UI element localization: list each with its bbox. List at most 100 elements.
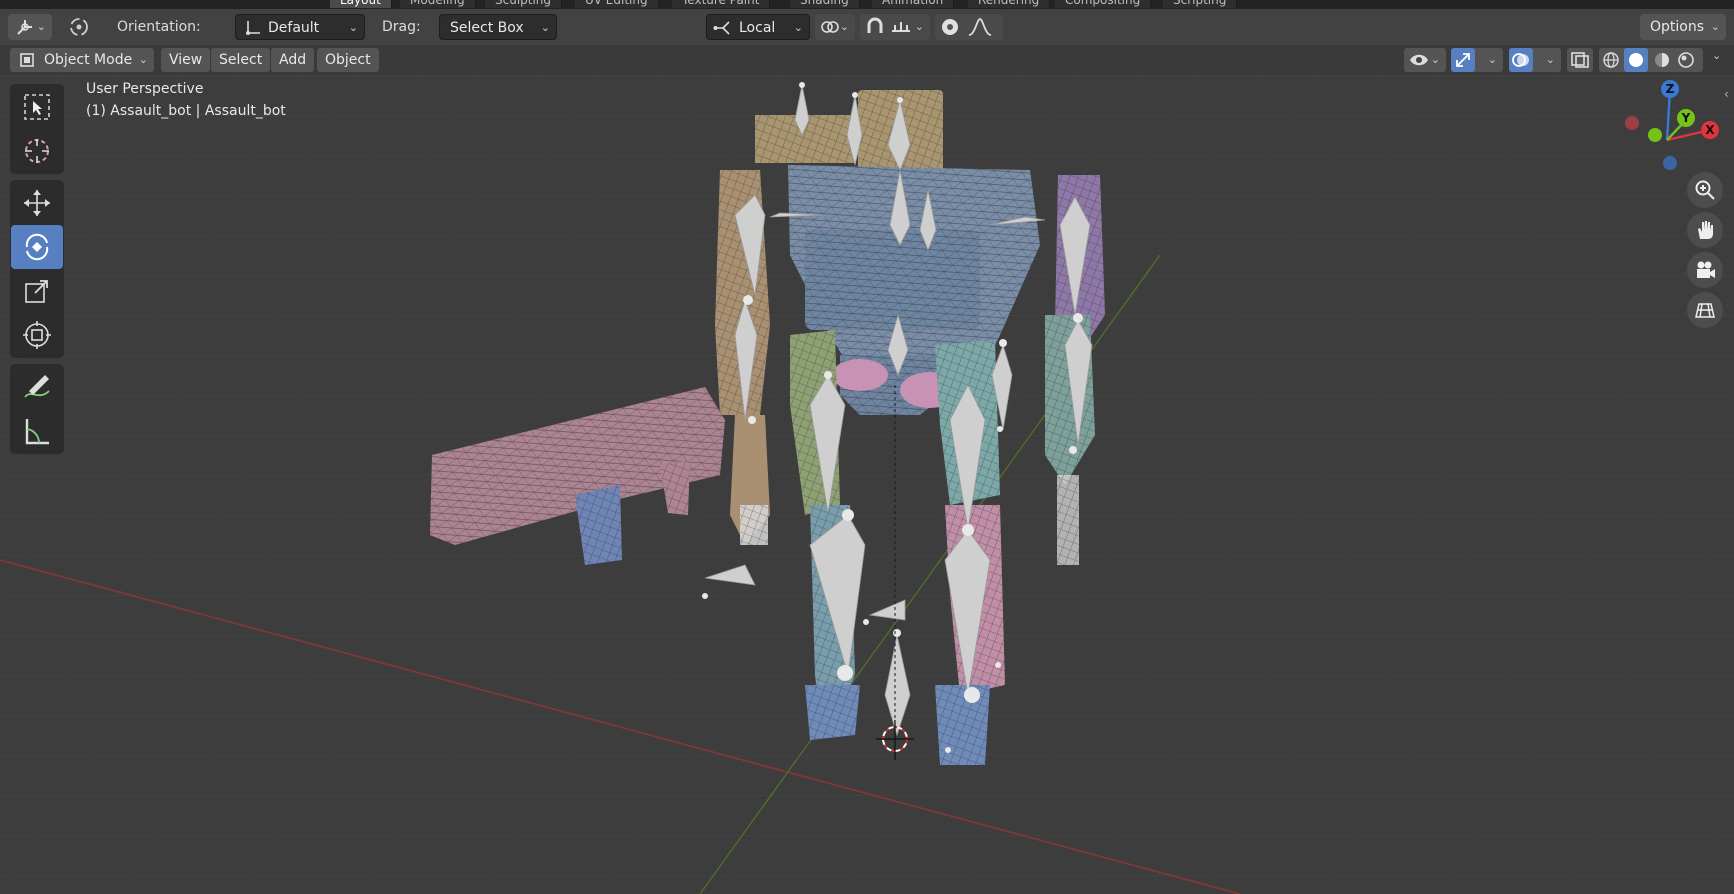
grid-icon — [1695, 303, 1715, 318]
camera-view-button[interactable] — [1687, 252, 1723, 288]
tab-sculpting[interactable]: Sculpting — [485, 0, 563, 8]
gizmo-toggle[interactable]: ⌄ — [1451, 48, 1503, 72]
move-tool[interactable] — [11, 181, 63, 225]
chevron-down-icon: ⌄ — [1545, 53, 1555, 66]
menu-object[interactable]: Object — [317, 48, 379, 72]
measure-tool[interactable] — [11, 409, 63, 453]
annotate-icon — [24, 375, 50, 398]
xray-icon — [1570, 51, 1590, 77]
visibility-dropdown[interactable]: ⌄ — [1404, 48, 1446, 72]
tool-settings-header: ⌄ Orientation: Default ⌄ Drag: Select Bo… — [0, 9, 1734, 46]
pan-hand-icon — [1698, 221, 1713, 239]
chevron-down-icon: ⌄ — [914, 20, 924, 33]
pivot-icon — [820, 18, 840, 45]
tab-texture-paint[interactable]: Texture Paint — [672, 0, 771, 8]
menu-add[interactable]: Add — [271, 48, 315, 72]
viewport-object-label: (1) Assault_bot | Assault_bot — [86, 103, 286, 119]
workspace-tabs: Layout Modeling Sculpting UV Editing Tex… — [0, 0, 1734, 9]
transform-orientation-value: Local — [739, 20, 776, 36]
pivot-point-dropdown[interactable]: ⌄ — [815, 14, 855, 40]
transform-tool[interactable] — [11, 313, 63, 357]
rendered-shading-icon[interactable] — [1677, 51, 1695, 77]
mode-dropdown[interactable]: Object Mode ⌄ — [10, 48, 154, 72]
xray-toggle[interactable] — [1567, 48, 1593, 72]
menu-select[interactable]: Select — [211, 48, 271, 72]
solid-shading-icon[interactable] — [1624, 48, 1648, 72]
local-axes-icon — [713, 19, 733, 46]
wireframe-shading-icon[interactable] — [1602, 51, 1620, 77]
chevron-down-icon: ⌄ — [138, 53, 148, 66]
tab-compositing[interactable]: Compositing — [1055, 0, 1152, 8]
orientation-label: Orientation: — [117, 19, 201, 35]
eye-icon — [1409, 51, 1429, 77]
scale-icon — [25, 280, 48, 303]
select-box-icon — [24, 94, 50, 120]
chevron-down-icon: ⌄ — [1710, 20, 1720, 33]
shading-chevron-icon[interactable]: ⌄ — [1712, 49, 1721, 62]
move-icon — [24, 190, 50, 216]
transform-orientation-dropdown[interactable]: Local ⌄ — [706, 14, 810, 40]
gizmo-x-label: X — [1705, 123, 1715, 137]
drag-dropdown[interactable]: Select Box ⌄ — [439, 14, 557, 40]
tab-rendering[interactable]: Rendering — [968, 0, 1051, 8]
chevron-down-icon: ⌄ — [839, 20, 849, 33]
tab-uv-editing[interactable]: UV Editing — [575, 0, 659, 8]
select-box-tool[interactable] — [11, 85, 63, 129]
tool-shelf — [10, 84, 64, 460]
overlay-icon — [1509, 48, 1533, 72]
sidebar-expand-icon[interactable]: ‹ — [1724, 87, 1729, 101]
ortho-toggle-button[interactable] — [1687, 292, 1723, 328]
tool-settings-icon — [14, 14, 36, 46]
snap-group[interactable]: ⌄ — [860, 14, 930, 40]
chevron-down-icon: ⌄ — [1487, 53, 1497, 66]
viewport-scene: Y X Z — [0, 75, 1734, 894]
tab-layout[interactable]: Layout — [330, 0, 392, 8]
gizmo-arrows-icon — [1451, 48, 1475, 72]
options-dropdown[interactable]: Options ⌄ — [1640, 14, 1726, 40]
shading-modes[interactable] — [1599, 48, 1703, 72]
zoom-icon — [1695, 180, 1715, 200]
overlay-toggle[interactable]: ⌄ — [1509, 48, 1561, 72]
cursor-icon — [25, 139, 49, 163]
proportional-edit-group[interactable] — [935, 14, 1003, 40]
orientation-axes-icon — [244, 19, 262, 46]
tab-scripting[interactable]: Scripting — [1163, 0, 1238, 8]
3d-viewport[interactable]: Y X Z User Perspective (1) Assault_bot |… — [0, 75, 1734, 894]
tab-animation[interactable]: Animation — [872, 0, 955, 8]
gizmo-z-label: Z — [1666, 82, 1675, 96]
orientation-dropdown[interactable]: Default ⌄ — [235, 14, 365, 40]
rotate-icon — [25, 233, 49, 261]
transform-icon — [23, 321, 51, 349]
tab-modeling[interactable]: Modeling — [400, 0, 476, 8]
magnet-icon — [865, 17, 885, 46]
active-tool-dropdown[interactable]: ⌄ — [8, 14, 52, 40]
neg-y-handle[interactable] — [1648, 128, 1662, 142]
drag-value: Select Box — [450, 20, 524, 36]
rotate-mode-icon — [64, 16, 94, 42]
chevron-down-icon: ⌄ — [1430, 53, 1440, 66]
pan-button[interactable] — [1687, 212, 1723, 248]
neg-z-handle[interactable] — [1663, 156, 1677, 170]
gizmo-y-label: Y — [1681, 111, 1691, 125]
zoom-button[interactable] — [1687, 172, 1723, 208]
chevron-down-icon: ⌄ — [540, 21, 550, 34]
tab-shading[interactable]: Shading — [790, 0, 860, 8]
scale-tool[interactable] — [11, 269, 63, 313]
viewport-header: Object Mode ⌄ View Select Add Object ⌄ ⌄… — [0, 45, 1734, 75]
orientation-value: Default — [268, 20, 320, 36]
chevron-down-icon: ⌄ — [348, 21, 358, 34]
chevron-down-icon: ⌄ — [793, 21, 803, 34]
falloff-curve-icon — [967, 17, 993, 46]
measure-icon — [25, 419, 49, 445]
rotate-tool[interactable] — [11, 225, 63, 269]
annotate-tool[interactable] — [11, 365, 63, 409]
camera-icon — [1697, 261, 1715, 278]
proportional-edit-icon — [940, 17, 960, 46]
viewport-perspective-label: User Perspective — [86, 81, 204, 97]
chevron-down-icon: ⌄ — [36, 20, 46, 33]
material-shading-icon[interactable] — [1653, 51, 1671, 77]
neg-x-handle[interactable] — [1625, 116, 1639, 130]
mode-value: Object Mode — [44, 52, 133, 68]
cursor-tool[interactable] — [11, 129, 63, 173]
menu-view[interactable]: View — [161, 48, 211, 72]
